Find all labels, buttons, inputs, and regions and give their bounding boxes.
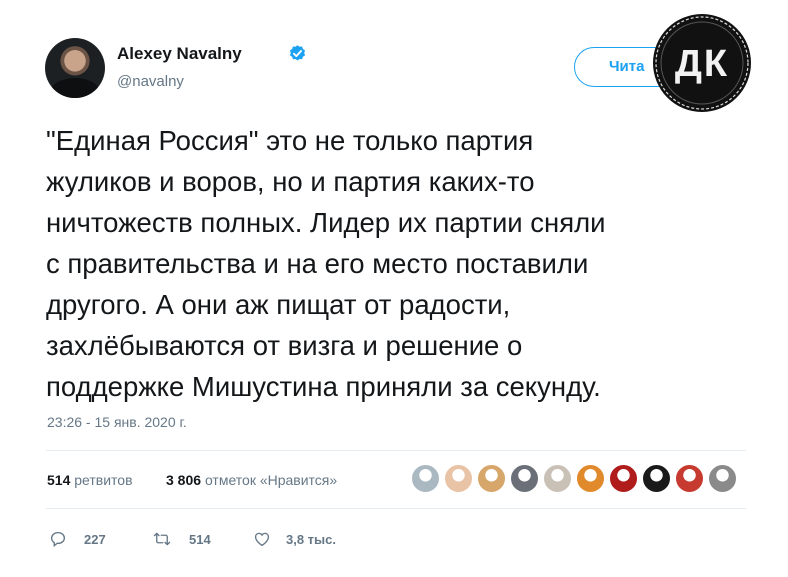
author-name[interactable]: Alexey Navalny [117, 44, 242, 64]
retweet-count: 514 [189, 532, 211, 547]
liker-avatar[interactable] [509, 463, 540, 494]
liker-avatar[interactable] [443, 463, 474, 494]
dk-logo-text: ДК [675, 43, 729, 85]
reply-count: 227 [84, 532, 106, 547]
likes-stat[interactable]: 3 806 отметок «Нравится» [166, 472, 337, 488]
liker-avatar[interactable] [542, 463, 573, 494]
author-avatar[interactable] [45, 38, 105, 98]
divider [46, 450, 746, 451]
reply-icon [50, 531, 66, 548]
like-button[interactable]: 3,8 тыс. [252, 530, 362, 550]
verified-badge-icon [289, 45, 306, 61]
like-count: 3,8 тыс. [286, 532, 336, 547]
tweet-line: жуликов и воров, но и партия каких-то [46, 166, 535, 197]
liker-avatar[interactable] [641, 463, 672, 494]
liker-avatar[interactable] [575, 463, 606, 494]
liker-avatar[interactable] [608, 463, 639, 494]
dog-avatar-icon[interactable] [476, 463, 507, 494]
retweets-count: 514 [47, 472, 71, 488]
tweet-line: с правительства и на его место поставили [46, 248, 589, 279]
divider [46, 508, 746, 509]
heart-icon [254, 532, 270, 547]
tweet-timestamp[interactable]: 23:26 - 15 янв. 2020 г. [47, 414, 187, 430]
retweet-button[interactable]: 514 [151, 530, 221, 550]
tweet-line: поддержке Мишустина приняли за секунду. [46, 371, 601, 402]
liker-avatar[interactable] [707, 463, 738, 494]
retweets-stat[interactable]: 514 ретвитов [47, 472, 133, 488]
default-avatar-icon[interactable] [410, 463, 441, 494]
likes-label: отметок «Нравится» [204, 472, 338, 488]
tweet-text: "Единая Россия" это не только партия жул… [46, 120, 766, 407]
retweet-icon [153, 532, 171, 546]
dk-logo-icon: ДК [653, 14, 751, 112]
retweets-label: ретвитов [74, 472, 133, 488]
tweet-line: захлёбываются от визга и решение о [46, 330, 523, 361]
tweet-line: "Единая Россия" это не только партия [46, 125, 534, 156]
tweet-line: ничтожеств полных. Лидер их партии сняли [46, 207, 606, 238]
author-handle[interactable]: @navalny [117, 73, 184, 90]
tweet-line: другого. А они аж пищат от радости, [46, 289, 511, 320]
reply-button[interactable]: 227 [48, 530, 118, 550]
liker-avatar[interactable] [674, 463, 705, 494]
likes-count: 3 806 [166, 472, 202, 488]
